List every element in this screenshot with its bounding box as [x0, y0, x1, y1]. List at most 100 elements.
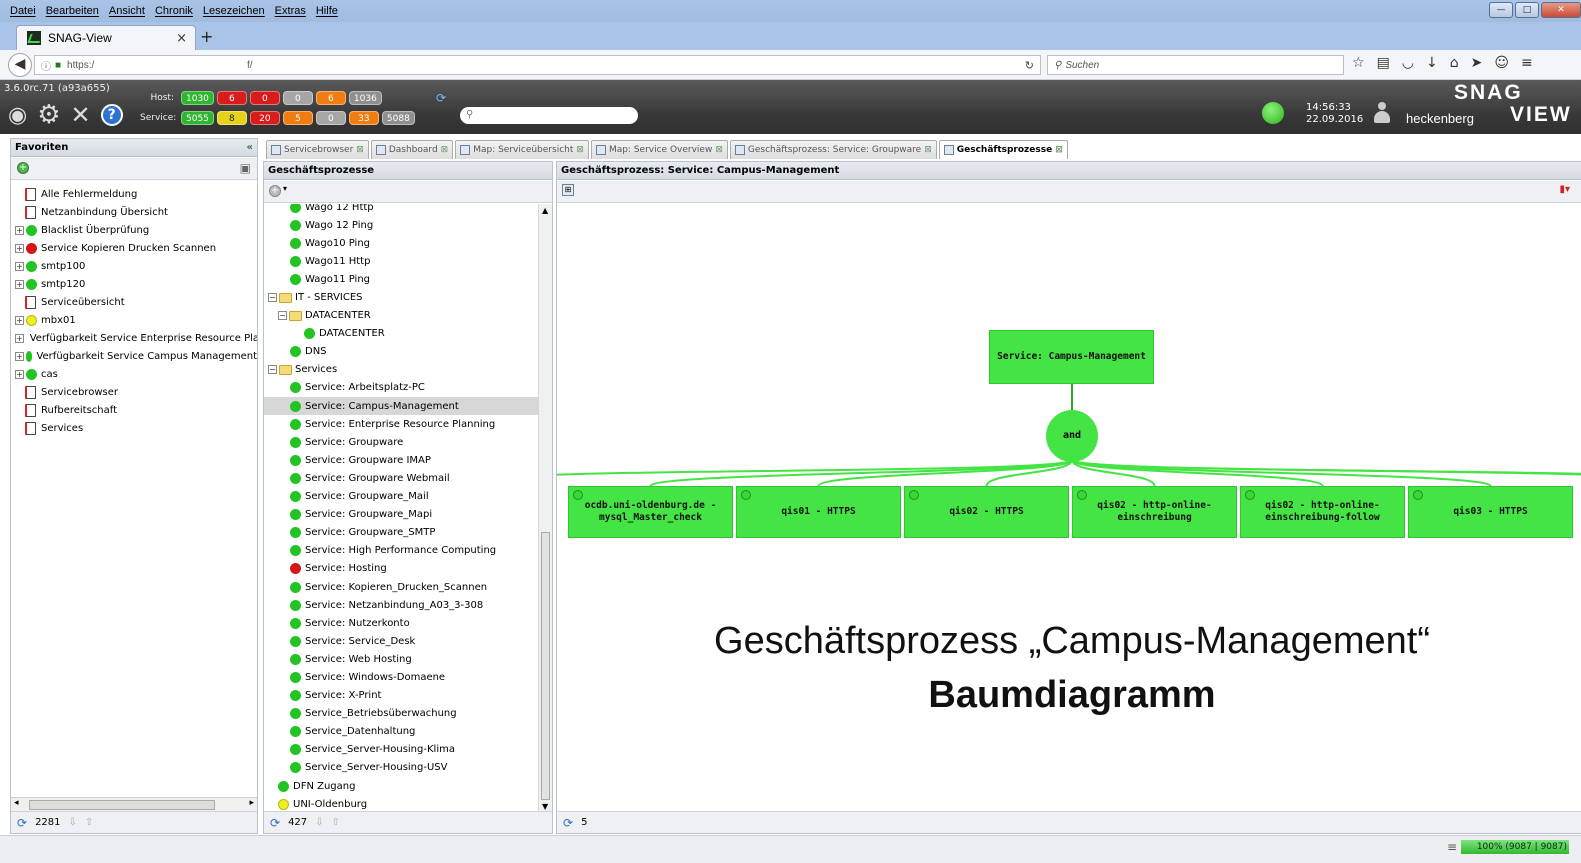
- process-item[interactable]: Service: Service_Desk: [264, 632, 538, 650]
- process-item[interactable]: Service: Arbeitsplatz-PC: [264, 379, 538, 397]
- menu-extras[interactable]: Extras: [273, 5, 308, 17]
- favorite-item[interactable]: + smtp100: [11, 257, 257, 275]
- header-search-input[interactable]: ⚲: [460, 107, 638, 124]
- favorite-item[interactable]: + cas: [11, 365, 257, 383]
- favorite-item[interactable]: + Verfügbarkeit Service Enterprise Resour…: [11, 329, 257, 347]
- home-icon[interactable]: ⌂: [1450, 55, 1459, 71]
- process-item[interactable]: Wago 12 Http: [264, 204, 538, 216]
- host-count-ok[interactable]: 1030: [181, 91, 214, 105]
- new-tab-button[interactable]: +: [200, 27, 213, 46]
- process-item[interactable]: Service: X-Print: [264, 687, 538, 705]
- host-count-total[interactable]: 1036: [348, 91, 382, 105]
- menu-hilfe[interactable]: Hilfe: [314, 5, 340, 17]
- child-node[interactable]: ocdb.uni-oldenburg.de - mysql_Master_che…: [568, 486, 733, 538]
- tab-servicebrowser[interactable]: Servicebrowser ⊠: [266, 140, 369, 159]
- scroll-left-icon[interactable]: ◂: [14, 798, 19, 808]
- process-item[interactable]: − Services: [264, 361, 538, 379]
- close-tab-icon[interactable]: ⊠: [1055, 145, 1063, 155]
- tools-icon[interactable]: ✕: [71, 101, 91, 129]
- process-item[interactable]: DFN Zugang: [264, 777, 538, 795]
- expand-icon[interactable]: +: [15, 279, 24, 289]
- process-item[interactable]: Service: High Performance Computing: [264, 542, 538, 560]
- close-tab-icon[interactable]: ⊠: [441, 145, 449, 155]
- expand-icon[interactable]: +: [15, 261, 24, 271]
- refresh-icon[interactable]: ⟳: [270, 812, 280, 834]
- service-count-ack[interactable]: 33: [348, 111, 379, 125]
- process-item[interactable]: Wago11 Ping: [264, 270, 538, 288]
- expand-icon[interactable]: +: [15, 333, 24, 343]
- process-item[interactable]: Service: Groupware_Mapi: [264, 506, 538, 524]
- process-item[interactable]: Service: Groupware Webmail: [264, 469, 538, 487]
- close-tab-icon[interactable]: ⊠: [576, 145, 584, 155]
- add-favorite-icon[interactable]: +: [17, 162, 29, 174]
- user-icon[interactable]: [1374, 102, 1390, 124]
- minimize-button[interactable]: —: [1489, 2, 1513, 18]
- url-bar[interactable]: ⓘ ■ https:/ f/ ↻: [34, 55, 1041, 75]
- close-tab-icon[interactable]: ⊠: [924, 145, 932, 155]
- host-count-warning[interactable]: 6: [315, 91, 346, 105]
- service-count-warning[interactable]: 8: [216, 111, 247, 125]
- process-item[interactable]: Service: Nutzerkonto: [264, 614, 538, 632]
- service-count-ok[interactable]: 5055: [181, 111, 214, 125]
- root-node[interactable]: Service: Campus-Management: [989, 330, 1154, 384]
- process-item[interactable]: Service_Datenhaltung: [264, 723, 538, 741]
- pocket-icon[interactable]: ◡: [1402, 55, 1414, 71]
- process-item[interactable]: Service: Netzanbindung_A03_3-308: [264, 596, 538, 614]
- menu-lesezeichen[interactable]: Lesezeichen: [201, 5, 267, 17]
- favorite-item[interactable]: + Verfügbarkeit Service Campus Management: [11, 347, 257, 365]
- tab-gesch-ftsprozesse[interactable]: Geschäftsprozesse ⊠: [938, 140, 1068, 159]
- menu-ansicht[interactable]: Ansicht: [107, 5, 147, 17]
- browser-search-input[interactable]: ⚲ Suchen: [1047, 55, 1344, 75]
- host-count-down[interactable]: 6: [216, 91, 247, 105]
- process-item[interactable]: Service_Server-Housing-Klima: [264, 741, 538, 759]
- back-button[interactable]: ◀: [8, 53, 32, 77]
- process-item[interactable]: DNS: [264, 343, 538, 361]
- collapse-panel-icon[interactable]: «: [247, 139, 253, 157]
- child-node[interactable]: qis01 - HTTPS: [736, 486, 901, 538]
- favorite-item[interactable]: Services: [11, 419, 257, 437]
- tab-map-service-bersicht[interactable]: Map: Serviceübersicht ⊠: [455, 140, 589, 159]
- chat-icon[interactable]: ☺: [1494, 55, 1509, 71]
- help-icon[interactable]: ?: [100, 104, 123, 126]
- process-item[interactable]: Service: Windows-Domaene: [264, 668, 538, 686]
- expand-icon[interactable]: +: [15, 369, 24, 379]
- sort-up-icon[interactable]: ⇧: [332, 812, 340, 834]
- process-item[interactable]: DATACENTER: [264, 325, 538, 343]
- favorite-item[interactable]: Serviceübersicht: [11, 293, 257, 311]
- sort-down-icon[interactable]: ⇩: [315, 812, 323, 834]
- expand-icon[interactable]: +: [15, 243, 24, 253]
- scroll-right-icon[interactable]: ▸: [249, 798, 254, 808]
- refresh-icon[interactable]: ⟳: [17, 812, 27, 834]
- scroll-thumb[interactable]: [29, 800, 215, 810]
- tab-map-service-overview[interactable]: Map: Service Overview ⊠: [590, 140, 728, 159]
- favorite-item[interactable]: + smtp120: [11, 275, 257, 293]
- info-icon[interactable]: ⓘ: [41, 58, 51, 73]
- browser-tab[interactable]: SNAG-View ×: [16, 25, 196, 50]
- host-count-pending[interactable]: 0: [282, 91, 313, 105]
- scroll-up-icon[interactable]: ▲: [542, 206, 548, 215]
- sort-down-icon[interactable]: ⇩: [69, 812, 77, 834]
- process-item[interactable]: − DATACENTER: [264, 307, 538, 325]
- favorite-item[interactable]: + Service Kopieren Drucken Scannen: [11, 239, 257, 257]
- process-item[interactable]: Service_Server-Housing-USV: [264, 759, 538, 777]
- menu-datei[interactable]: Datei: [8, 5, 38, 17]
- tab-gesch-ftsprozess-service-groupware[interactable]: Geschäftsprozess: Service: Groupware ⊠: [729, 140, 937, 159]
- close-tab-icon[interactable]: ⊠: [356, 145, 364, 155]
- process-item[interactable]: Service_Betriebsüberwachung: [264, 705, 538, 723]
- process-item[interactable]: Service: Web Hosting: [264, 650, 538, 668]
- close-tab-icon[interactable]: ⊠: [715, 145, 723, 155]
- reload-icon[interactable]: ↻: [1025, 59, 1034, 72]
- expand-icon[interactable]: +: [15, 315, 24, 325]
- service-count-total[interactable]: 5088: [381, 111, 415, 125]
- expand-icon[interactable]: +: [15, 351, 24, 361]
- child-node[interactable]: qis02 - HTTPS: [904, 486, 1069, 538]
- eye-icon[interactable]: ◉: [8, 103, 27, 128]
- child-node[interactable]: qis02 - http-online-einschreibung-follow: [1240, 486, 1405, 538]
- favorite-item[interactable]: Alle Fehlermeldung: [11, 185, 257, 203]
- send-icon[interactable]: ➤: [1471, 55, 1483, 71]
- collapse-icon[interactable]: −: [268, 293, 277, 303]
- hamburger-menu-icon[interactable]: ≡: [1521, 55, 1533, 71]
- process-item[interactable]: Service: Groupware IMAP: [264, 451, 538, 469]
- service-count-unknown[interactable]: 5: [282, 111, 313, 125]
- sort-up-icon[interactable]: ⇧: [85, 812, 93, 834]
